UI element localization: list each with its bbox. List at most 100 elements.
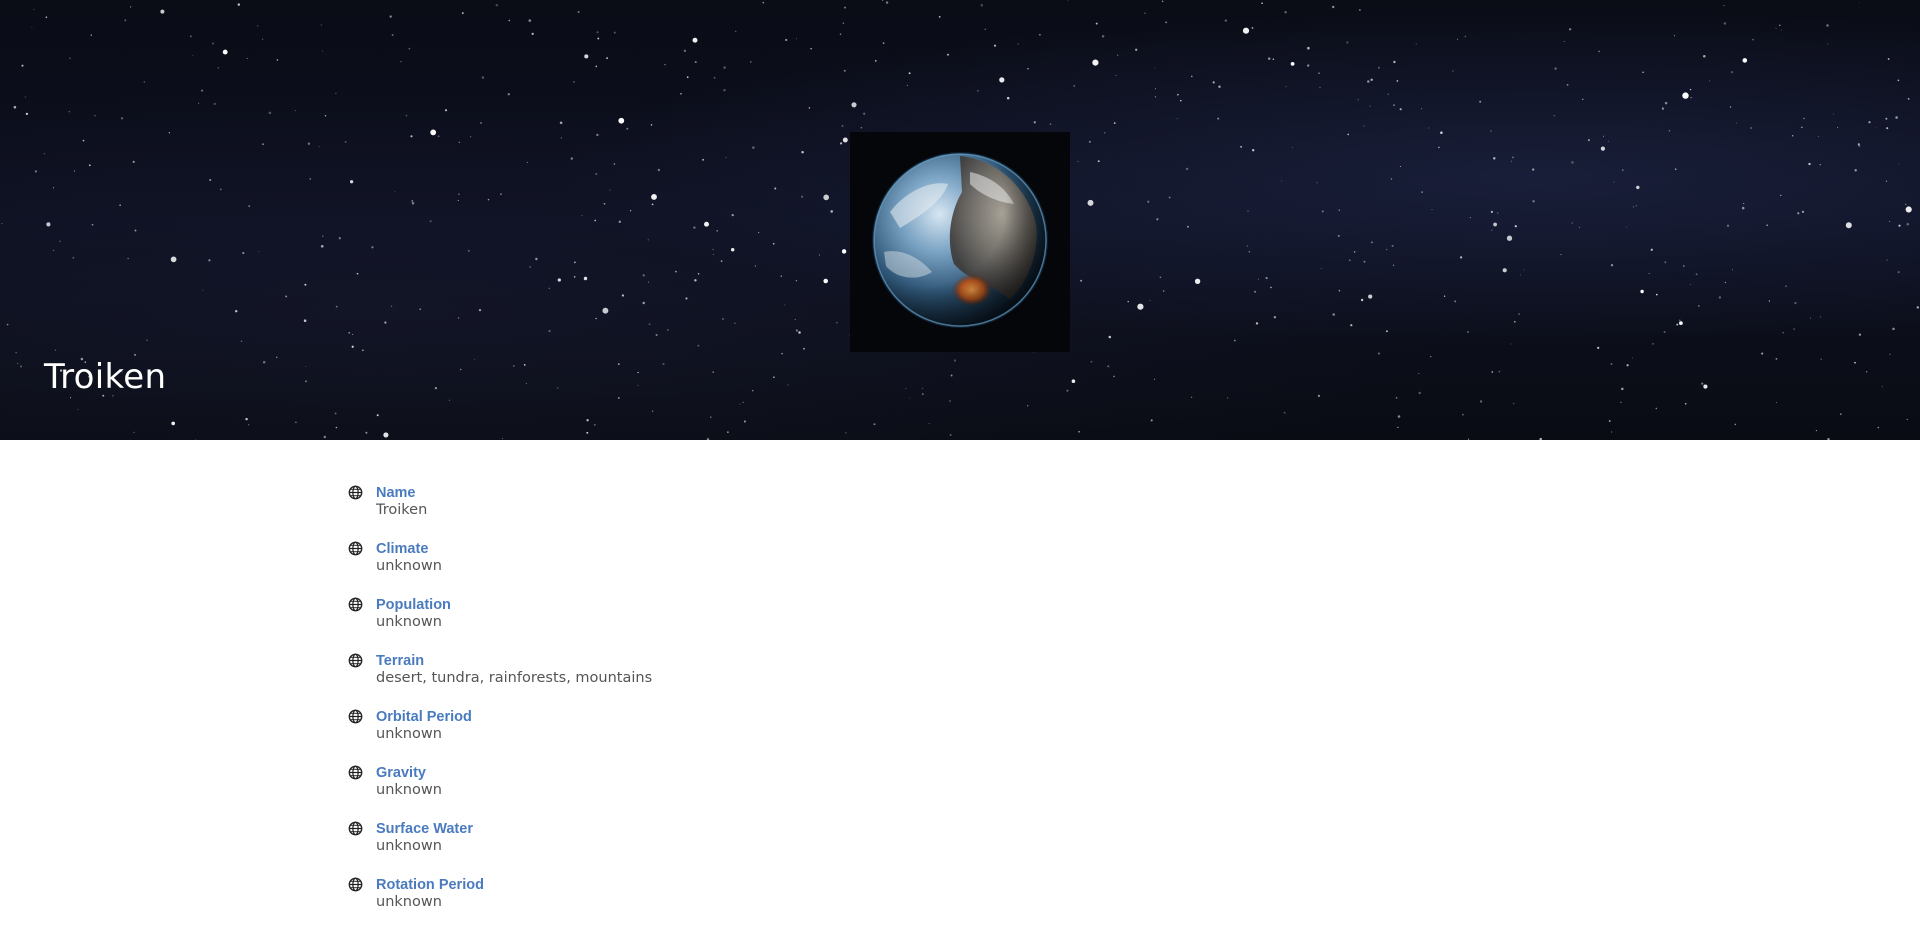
star (1248, 250, 1251, 253)
star (1490, 130, 1492, 132)
star (1272, 58, 1275, 60)
star (305, 366, 307, 368)
star (1750, 127, 1753, 129)
star (1648, 272, 1650, 275)
star (160, 9, 165, 14)
star (1399, 108, 1402, 111)
star (1357, 99, 1359, 101)
star (1674, 168, 1677, 171)
star (1868, 121, 1871, 124)
star (949, 400, 951, 402)
star (411, 199, 414, 202)
star (692, 37, 698, 43)
star (1080, 279, 1083, 282)
star (487, 198, 490, 201)
star (863, 112, 866, 115)
star (1532, 200, 1535, 203)
star (841, 249, 847, 254)
detail-item: Gravity unknown (348, 764, 652, 800)
globe-icon (348, 877, 363, 892)
star (1679, 321, 1683, 325)
globe-icon (348, 709, 363, 724)
star (1135, 48, 1138, 51)
star (324, 115, 327, 117)
star (1252, 149, 1255, 152)
star (657, 168, 661, 172)
star (1510, 343, 1512, 345)
star (1498, 370, 1501, 373)
star (1568, 28, 1572, 31)
star (583, 276, 588, 281)
star (1467, 331, 1469, 333)
star (1390, 178, 1393, 180)
star (365, 431, 368, 434)
star (984, 28, 986, 30)
planet-globe-graphic (850, 132, 1070, 352)
star (1346, 41, 1349, 44)
star (129, 6, 132, 8)
star (1689, 88, 1692, 91)
star (383, 432, 389, 438)
star (1006, 96, 1010, 100)
star (1154, 378, 1156, 380)
star (1154, 88, 1157, 90)
detail-label: Orbital Period (376, 709, 472, 725)
planet-image (850, 132, 1070, 352)
star (947, 53, 949, 56)
star (500, 193, 502, 196)
star (1881, 386, 1883, 388)
star (276, 59, 279, 61)
star (1650, 248, 1653, 251)
star (19, 365, 23, 368)
star (726, 431, 729, 434)
star (1332, 313, 1335, 316)
star (1743, 202, 1745, 205)
star (1776, 402, 1777, 404)
star (1635, 205, 1638, 207)
star (213, 102, 216, 106)
star (1191, 75, 1193, 78)
star (680, 92, 682, 95)
star (548, 287, 550, 289)
star (171, 421, 176, 426)
star (647, 281, 649, 283)
star (335, 92, 337, 94)
star (1597, 346, 1600, 350)
star (1502, 268, 1507, 273)
star (529, 266, 532, 268)
star (411, 201, 415, 205)
star (1886, 127, 1889, 130)
star (1154, 67, 1156, 69)
detail-value: Troiken (376, 502, 428, 518)
star (1511, 160, 1512, 162)
detail-item: Population unknown (348, 596, 652, 632)
star (906, 84, 908, 86)
star (1363, 125, 1365, 127)
star (1734, 423, 1737, 426)
star (1127, 300, 1129, 303)
star (725, 157, 727, 159)
star (512, 364, 515, 367)
star (25, 112, 29, 116)
star (507, 93, 510, 96)
star (1319, 86, 1321, 89)
star (1578, 226, 1580, 229)
star (1782, 331, 1785, 334)
star (1895, 116, 1898, 119)
star (1292, 146, 1294, 148)
star (596, 31, 599, 34)
star (1246, 245, 1249, 247)
star (74, 170, 76, 172)
star (245, 417, 248, 421)
star (1393, 104, 1395, 106)
star (1674, 35, 1675, 37)
star (873, 423, 876, 426)
star (595, 317, 597, 320)
star (1187, 225, 1189, 228)
star (72, 256, 75, 259)
globe-icon (348, 765, 363, 780)
star (1742, 58, 1748, 63)
star (693, 226, 696, 229)
star (318, 146, 320, 148)
star (618, 220, 621, 223)
